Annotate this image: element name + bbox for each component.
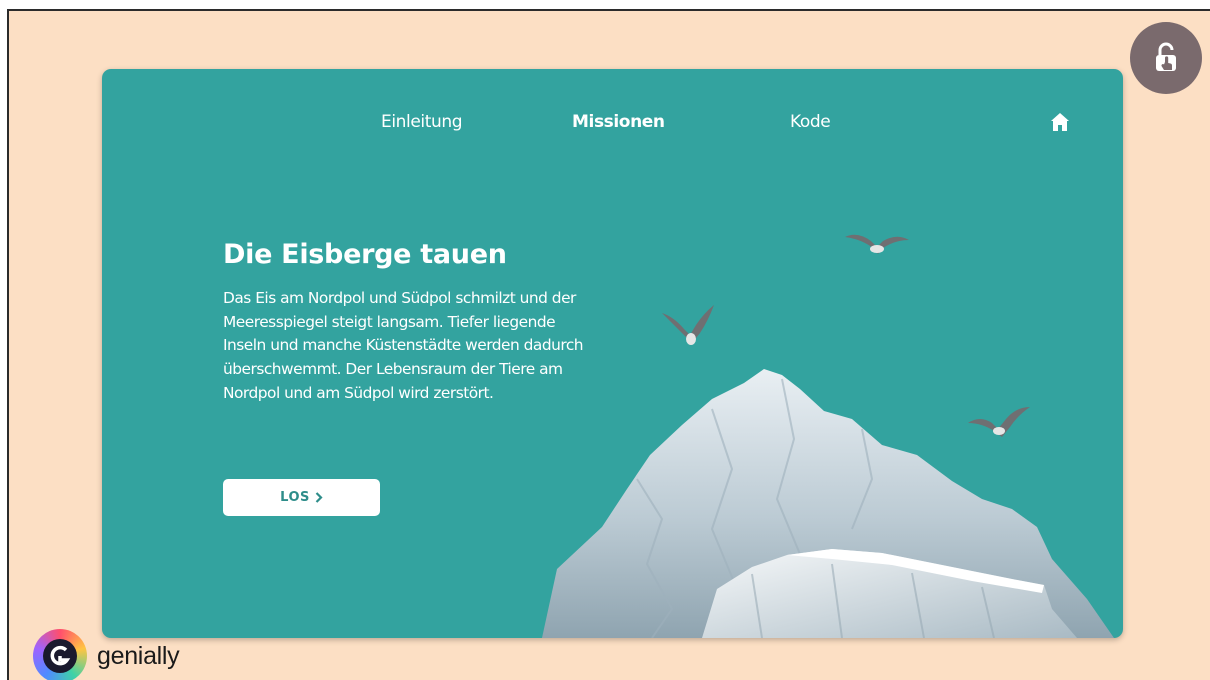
chevron-right-icon: [315, 492, 323, 503]
los-button[interactable]: LOS: [223, 479, 380, 516]
nav-item-einleitung[interactable]: Einleitung: [381, 112, 463, 132]
genially-logo-icon: [43, 639, 77, 673]
unlock-button[interactable]: [1130, 22, 1202, 94]
seagull-icon: [845, 234, 909, 254]
presentation-viewport: Einleitung Missionen Kode Die Eisberge t…: [7, 9, 1210, 680]
seagull-icon: [968, 407, 1030, 437]
genially-badge[interactable]: genially: [33, 629, 180, 680]
home-icon[interactable]: [1049, 112, 1071, 132]
iceberg-image: [542, 369, 1114, 638]
nav-item-missionen[interactable]: Missionen: [572, 112, 665, 132]
unlock-icon: [1156, 42, 1176, 71]
nav-item-kode[interactable]: Kode: [790, 112, 831, 132]
brand-name: genially: [97, 641, 180, 670]
slide-title: Die Eisberge tauen: [223, 239, 507, 270]
los-button-label: LOS: [280, 490, 310, 505]
seagull-icon: [662, 305, 714, 345]
genially-logo: [33, 629, 87, 680]
slide: Einleitung Missionen Kode Die Eisberge t…: [102, 69, 1123, 638]
